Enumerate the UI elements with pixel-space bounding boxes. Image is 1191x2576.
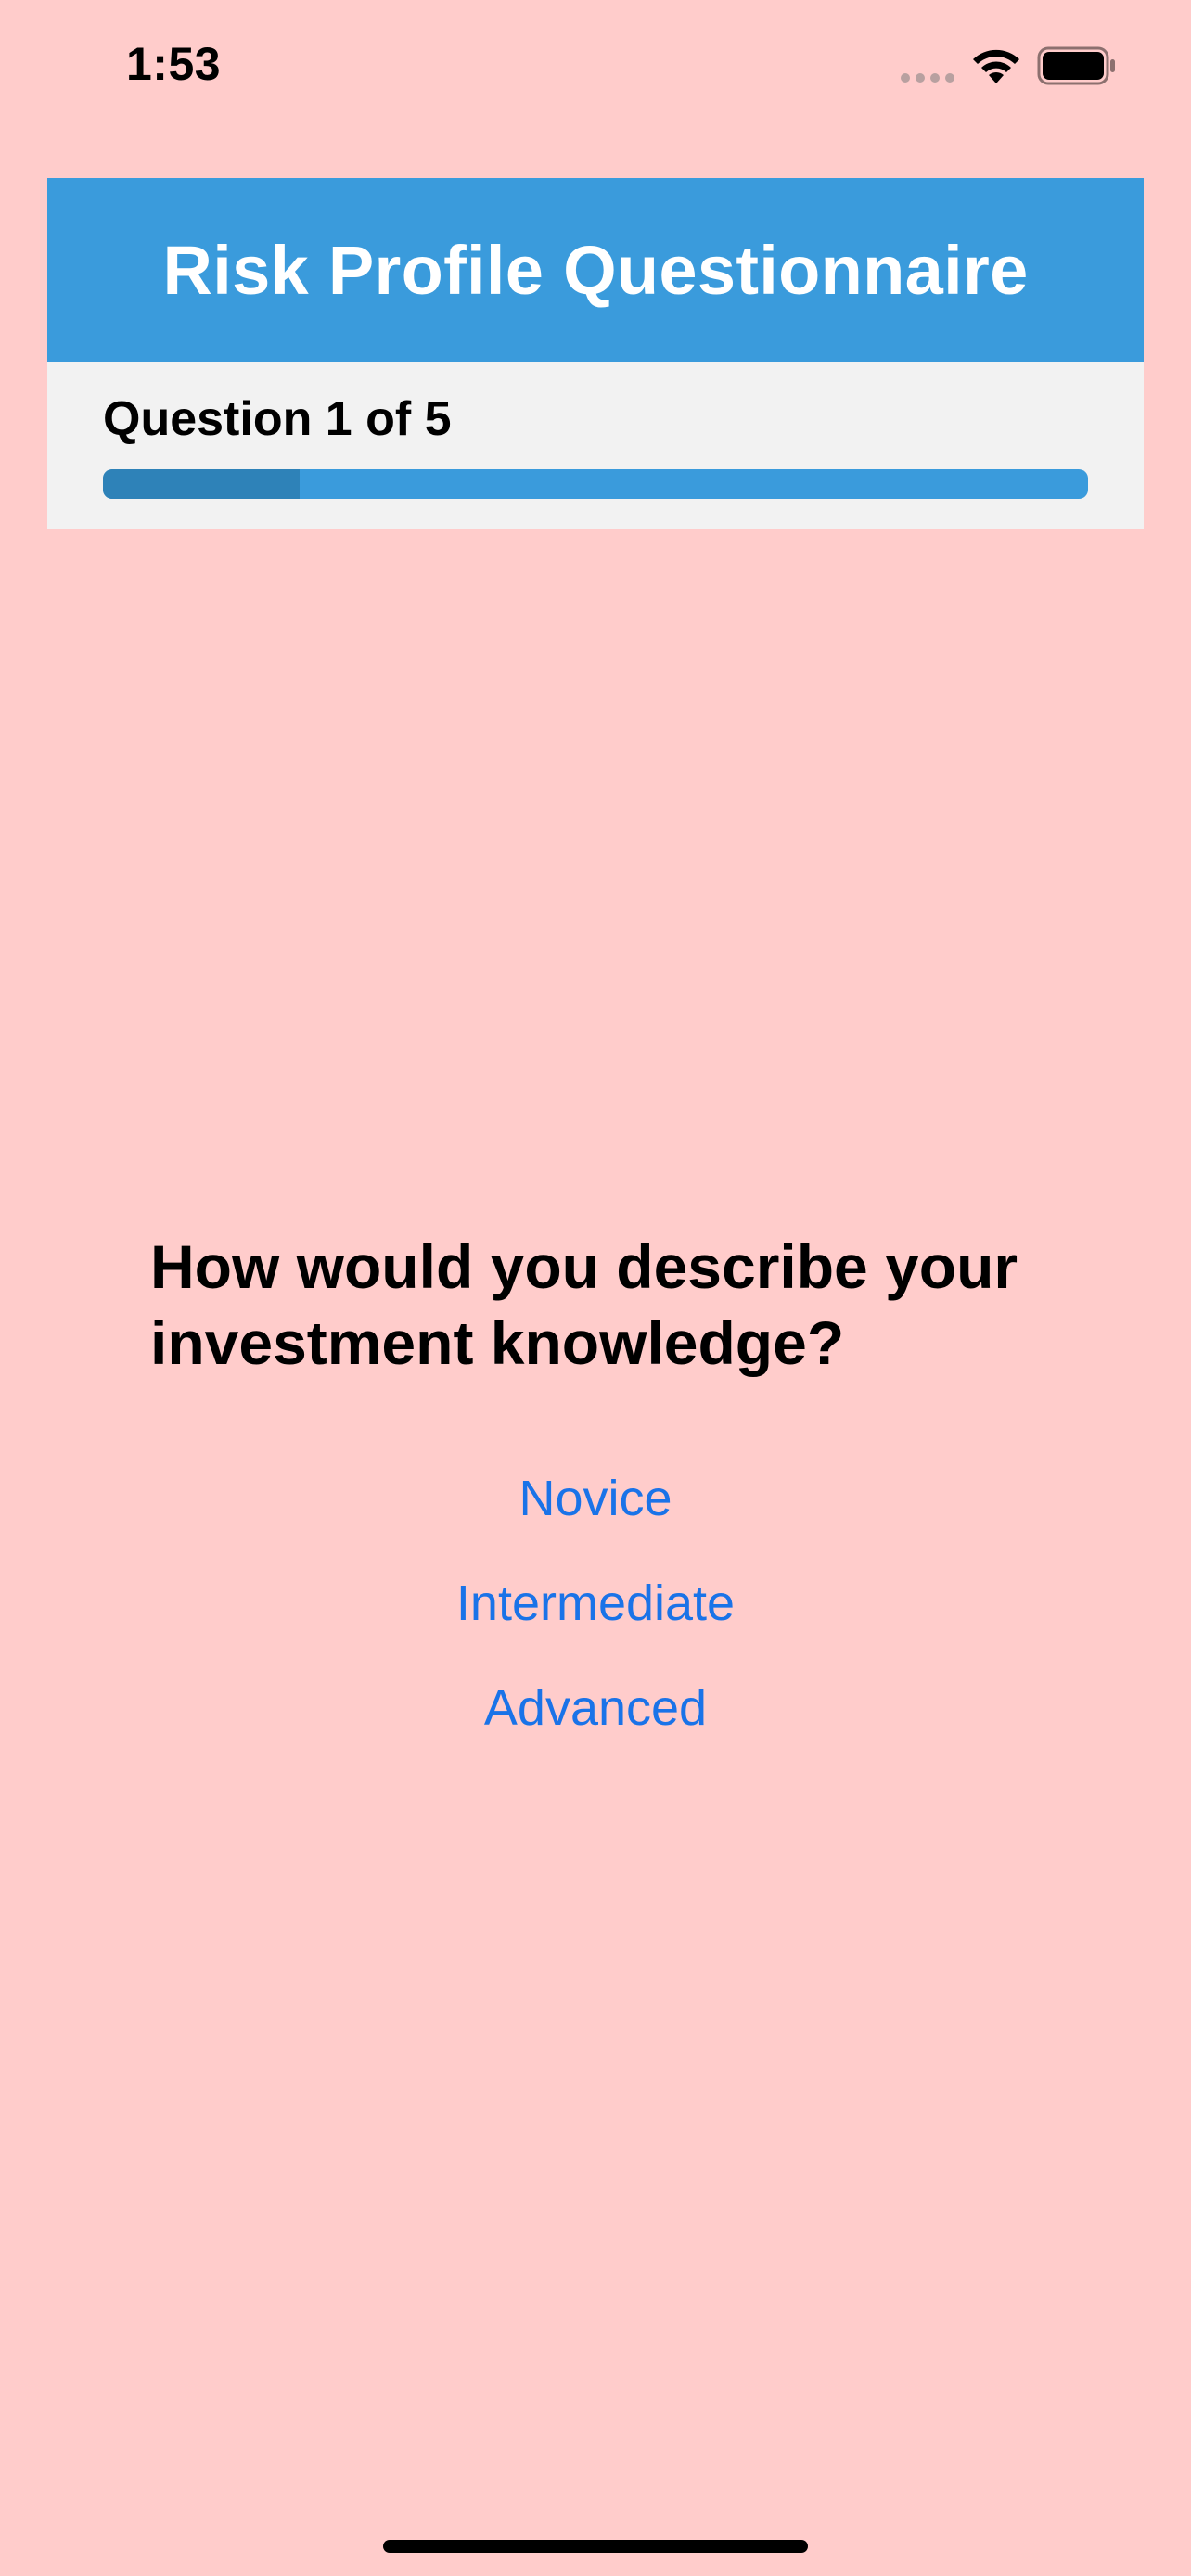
- answer-options: Novice Intermediate Advanced: [0, 1465, 1191, 1779]
- option-novice-button[interactable]: Novice: [0, 1465, 1191, 1570]
- progress-bar: [103, 469, 1088, 499]
- page-title: Risk Profile Questionnaire: [162, 231, 1029, 309]
- progress-panel: Question 1 of 5: [47, 362, 1144, 529]
- cellular-signal-icon: [901, 73, 954, 83]
- question-counter: Question 1 of 5: [103, 392, 452, 446]
- status-bar: 1:53: [0, 0, 1191, 139]
- option-intermediate-button[interactable]: Intermediate: [0, 1570, 1191, 1675]
- question-text: How would you describe your investment k…: [150, 1232, 1018, 1377]
- home-indicator[interactable]: [383, 2540, 808, 2553]
- option-advanced-button[interactable]: Advanced: [0, 1675, 1191, 1779]
- battery-icon: [1037, 46, 1115, 85]
- wifi-icon: [973, 49, 1019, 83]
- status-time: 1:53: [126, 38, 222, 90]
- progress-bar-fill: [103, 469, 301, 499]
- app-header: Risk Profile Questionnaire: [47, 178, 1144, 362]
